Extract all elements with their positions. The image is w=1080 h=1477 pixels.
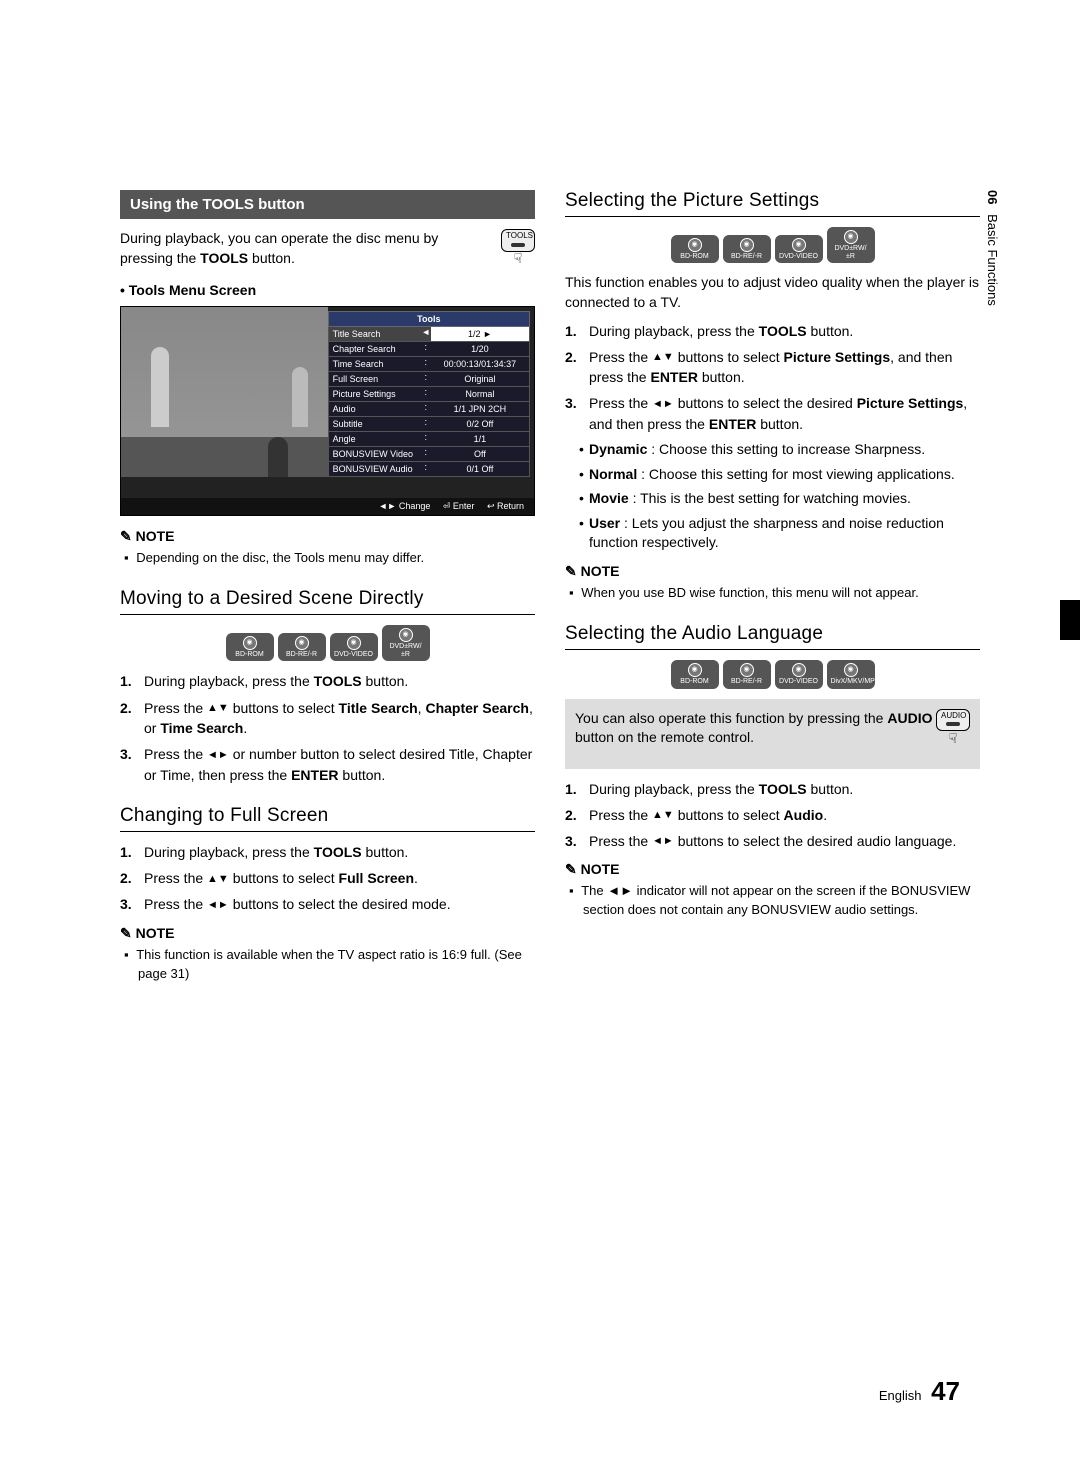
step-item: During playback, press the TOOLS button. [120,842,535,862]
step-item: Press the ◄► buttons to select the desir… [120,894,535,914]
tools-row: Subtitle:0/2 Off [328,417,530,432]
disc-badges: ◉BD-ROM◉BD-RE/-R◉DVD-VIDEO◉DVD±RW/±R [120,625,535,661]
note-label: NOTE [120,925,535,942]
note-label: NOTE [565,861,980,878]
audio-remote-button-icon: AUDIO ☟ [936,709,970,749]
note-label: NOTE [565,563,980,580]
picture-option: User : Lets you adjust the sharpness and… [579,514,980,553]
picture-option: Movie : This is the best setting for wat… [579,489,980,509]
disc-badge: ◉BD-RE/-R [723,235,771,264]
tools-row: Picture Settings:Normal [328,387,530,402]
picture-option: Normal : Choose this setting for most vi… [579,465,980,485]
step-item: During playback, press the TOOLS button. [120,671,535,691]
note-list: The ◄► indicator will not appear on the … [565,882,980,920]
tools-remote-button-icon: TOOLS ☟ [501,229,535,267]
step-item: Press the ▲▼ buttons to select Title Sea… [120,698,535,739]
page-number: 47 [931,1376,960,1406]
thumb-tab [1060,600,1080,640]
tools-row: Angle:1/1 [328,432,530,447]
steps-audio: During playback, press the TOOLS button.… [565,779,980,852]
step-item: Press the ◄► or number button to select … [120,744,535,785]
note-item: When you use BD wise function, this menu… [583,584,980,603]
disc-badge: ◉BD-ROM [671,660,719,689]
disc-badge: ◉DVD±RW/±R [827,227,875,263]
disc-badges: ◉BD-ROM◉BD-RE/-R◉DVD-VIDEO◉DivX/MKV/MP4 [565,660,980,689]
section-full-screen: Changing to Full Screen [120,805,535,832]
picture-intro: This function enables you to adjust vide… [565,273,980,312]
hand-icon: ☟ [936,729,970,749]
picture-option: Dynamic : Choose this setting to increas… [579,440,980,460]
hand-icon: ☟ [501,250,535,267]
tools-row: Time Search:00:00:13/01:34:37 [328,357,530,372]
tools-row: Audio:1/1 JPN 2CH [328,402,530,417]
section-moving-scene: Moving to a Desired Scene Directly [120,588,535,615]
disc-badges: ◉BD-ROM◉BD-RE/-R◉DVD-VIDEO◉DVD±RW/±R [565,227,980,263]
disc-badge: ◉BD-RE/-R [723,660,771,689]
note-list: Depending on the disc, the Tools menu ma… [120,549,535,568]
tools-row: Full Screen:Original [328,372,530,387]
playback-image [121,307,328,477]
tools-row: Title Search◄1/2 ► [328,327,530,342]
tools-row: BONUSVIEW Video:Off [328,447,530,462]
step-item: Press the ▲▼ buttons to select Full Scre… [120,868,535,888]
step-item: Press the ◄► buttons to select the desir… [565,393,980,434]
disc-badge: ◉DVD-VIDEO [775,235,823,264]
tools-menu-screen-label: Tools Menu Screen [120,282,535,298]
step-item: During playback, press the TOOLS button. [565,779,980,799]
side-tab: 06 Basic Functions [985,190,1000,306]
step-item: Press the ▲▼ buttons to select Picture S… [565,347,980,388]
disc-badge: ◉DVD±RW/±R [382,625,430,661]
tools-menu-screenshot: Tools Title Search◄1/2 ►Chapter Search:1… [120,306,535,516]
page-footer: English 47 [879,1376,960,1407]
note-item: This function is available when the TV a… [138,946,535,984]
disc-badge: ◉BD-RE/-R [278,633,326,662]
steps-moving-scene: During playback, press the TOOLS button.… [120,671,535,784]
section-picture-settings: Selecting the Picture Settings [565,190,980,217]
step-item: Press the ◄► buttons to select the desir… [565,831,980,851]
right-column: Selecting the Picture Settings ◉BD-ROM◉B… [565,190,980,983]
picture-options: Dynamic : Choose this setting to increas… [565,440,980,553]
tools-osd-title: Tools [328,311,530,327]
steps-full-screen: During playback, press the TOOLS button.… [120,842,535,915]
tools-row: Chapter Search:1/20 [328,342,530,357]
tools-osd-menu: Tools Title Search◄1/2 ►Chapter Search:1… [328,311,530,477]
disc-badge: ◉DVD-VIDEO [775,660,823,689]
section-audio-language: Selecting the Audio Language [565,623,980,650]
step-item: Press the ▲▼ buttons to select Audio. [565,805,980,825]
step-item: During playback, press the TOOLS button. [565,321,980,341]
intro-text: During playback, you can operate the dis… [120,229,493,268]
disc-badge: ◉DivX/MKV/MP4 [827,660,875,689]
chapter-label: Basic Functions [985,214,1000,306]
note-list: This function is available when the TV a… [120,946,535,984]
left-column: Using the TOOLS button During playback, … [120,190,535,983]
steps-picture: During playback, press the TOOLS button.… [565,321,980,434]
note-item: Depending on the disc, the Tools menu ma… [138,549,535,568]
audio-tip-box: You can also operate this function by pr… [565,699,980,769]
note-label: NOTE [120,528,535,545]
chapter-number: 06 [985,190,1000,204]
header-using-tools: Using the TOOLS button [120,190,535,219]
disc-badge: ◉BD-ROM [226,633,274,662]
tools-osd-footer: ◄► Change ⏎ Enter ↩ Return [121,498,534,515]
disc-badge: ◉DVD-VIDEO [330,633,378,662]
disc-badge: ◉BD-ROM [671,235,719,264]
note-list: When you use BD wise function, this menu… [565,584,980,603]
tools-row: BONUSVIEW Audio:0/1 Off [328,462,530,477]
note-item: The ◄► indicator will not appear on the … [583,882,980,920]
